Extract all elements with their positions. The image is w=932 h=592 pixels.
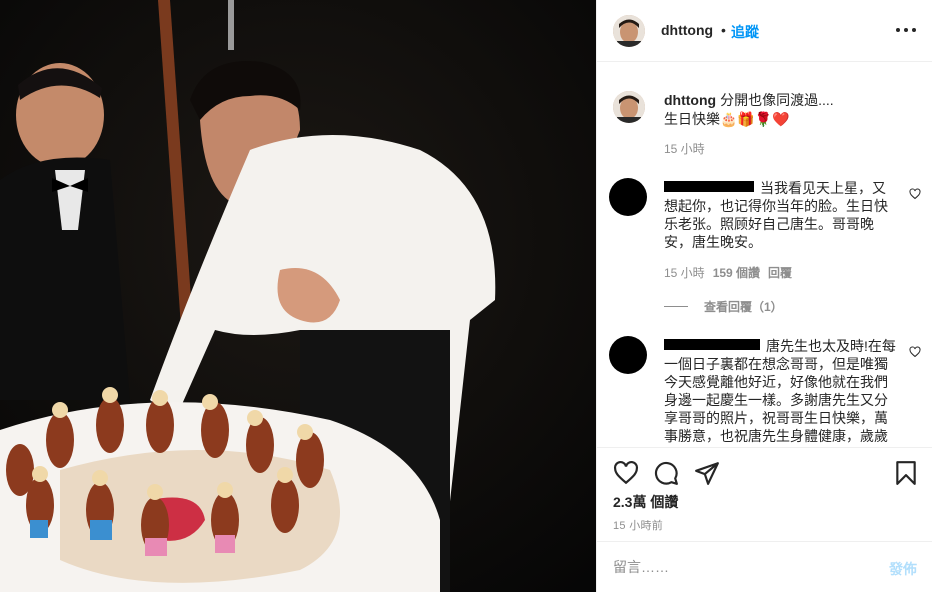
separator-dot: •: [721, 22, 726, 38]
birthday-cake-photo: [0, 0, 596, 592]
caption-line-1: 分開也像同渡過....: [720, 92, 834, 108]
comment-1: 当我看见天上星，又想起你，也记得你当年的脸。生日快乐老张。照顾好自己唐生。哥哥晚…: [664, 179, 898, 251]
post-sidebar: dhttong • 追蹤 dhttong 分開也像同渡過.... 生日快樂🎂🎁🌹❤…: [596, 0, 932, 592]
heart-icon[interactable]: [613, 460, 639, 486]
caption-username[interactable]: dhttong: [664, 92, 716, 108]
comment-like-heart-icon[interactable]: [909, 188, 921, 200]
commenter-avatar[interactable]: [609, 178, 647, 216]
posted-time[interactable]: 15 小時前: [613, 517, 663, 533]
comment-1-time[interactable]: 15 小時: [664, 266, 705, 280]
comments-scroll-area[interactable]: dhttong 分開也像同渡過.... 生日快樂🎂🎁🌹❤️ 15 小時 当我看见天…: [597, 63, 932, 447]
add-comment-bar: 發佈: [597, 541, 932, 592]
comment-2-text: 唐先生也太及時!在每一個日子裏都在想念哥哥，但是唯獨今天感覺離他好近，好像他就在…: [664, 338, 896, 444]
comment-like-heart-icon[interactable]: [909, 346, 921, 358]
paper-plane-icon[interactable]: [694, 460, 720, 486]
post-caption: dhttong 分開也像同渡過.... 生日快樂🎂🎁🌹❤️: [664, 91, 914, 129]
comment-input[interactable]: [613, 556, 873, 578]
commenter-avatar[interactable]: [609, 336, 647, 374]
caption-line-2: 生日快樂🎂🎁🌹❤️: [664, 111, 790, 127]
view-replies-button[interactable]: 查看回覆（1）: [664, 298, 783, 315]
post-header: dhttong • 追蹤: [597, 0, 932, 62]
author-avatar[interactable]: [613, 15, 645, 47]
follow-button[interactable]: 追蹤: [731, 22, 759, 42]
comment-1-likes[interactable]: 159 個讚: [713, 266, 760, 280]
redacted-username: [664, 181, 754, 192]
views-count[interactable]: 2.3萬 個讚: [613, 492, 678, 512]
redacted-username: [664, 339, 760, 350]
post-comment-button[interactable]: 發佈: [889, 559, 917, 579]
avatar-face-icon: [613, 91, 645, 123]
more-options-icon[interactable]: [895, 18, 917, 40]
action-bar: 2.3萬 個讚 15 小時前: [597, 447, 932, 541]
comment-1-meta: 15 小時 159 個讚 回覆: [664, 264, 792, 281]
comment-icon[interactable]: [653, 460, 679, 486]
post-photo[interactable]: [0, 0, 596, 592]
avatar-face-icon: [613, 15, 645, 47]
comment-2: 唐先生也太及時!在每一個日子裏都在想念哥哥，但是唯獨今天感覺離他好近，好像他就在…: [664, 337, 898, 445]
author-username[interactable]: dhttong: [661, 22, 713, 38]
replies-divider: [664, 306, 688, 307]
caption-time[interactable]: 15 小時: [664, 140, 705, 157]
comment-1-reply[interactable]: 回覆: [768, 266, 792, 280]
caption-avatar[interactable]: [613, 91, 645, 123]
bookmark-icon[interactable]: [893, 460, 919, 486]
